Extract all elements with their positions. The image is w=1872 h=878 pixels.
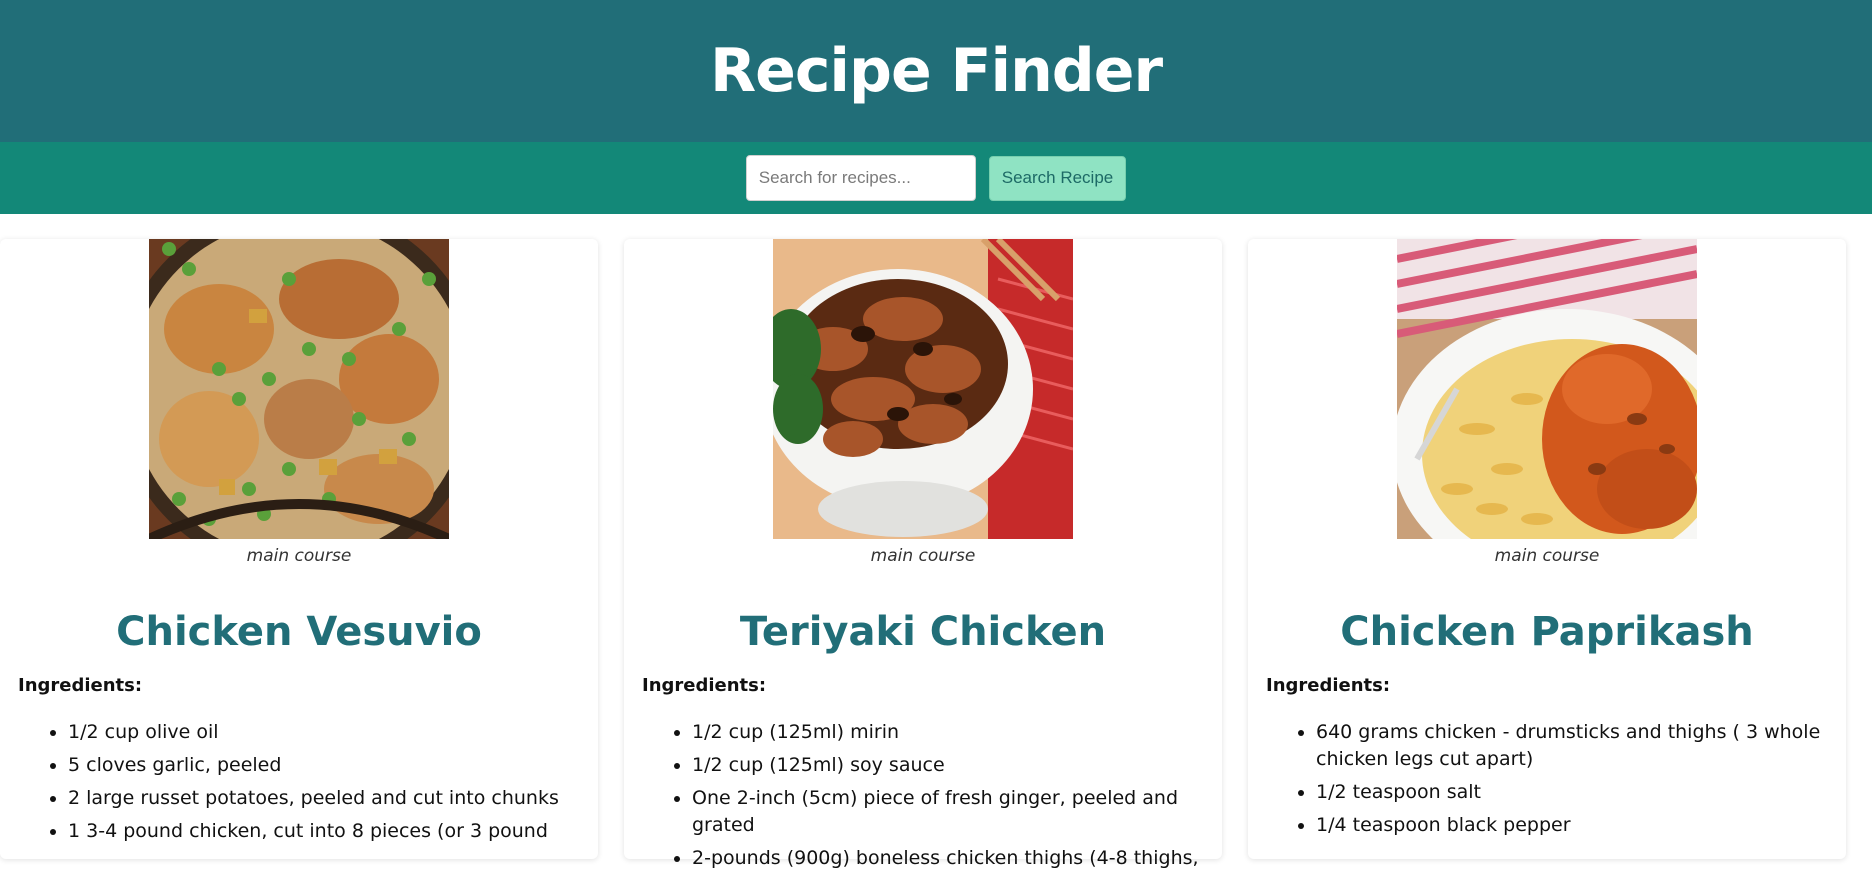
recipe-card: main course Chicken Paprikash Ingredient…: [1248, 239, 1846, 859]
recipe-title[interactable]: Chicken Paprikash: [1248, 609, 1846, 655]
ingredient-item: 1/4 teaspoon black pepper: [1316, 812, 1834, 839]
search-bar: Search Recipe: [0, 142, 1872, 214]
ingredient-item: 5 cloves garlic, peeled: [68, 752, 586, 779]
recipe-title[interactable]: Chicken Vesuvio: [0, 609, 598, 655]
ingredients-list: 1/2 cup olive oil 5 cloves garlic, peele…: [68, 719, 586, 851]
recipe-image[interactable]: [1397, 239, 1697, 539]
app-header: Recipe Finder: [0, 0, 1872, 142]
ingredient-item: 2-pounds (900g) boneless chicken thighs …: [692, 845, 1210, 872]
recipe-title[interactable]: Teriyaki Chicken: [624, 609, 1222, 655]
ingredient-item: 1/2 teaspoon salt: [1316, 779, 1834, 806]
ingredient-item: 1 3-4 pound chicken, cut into 8 pieces (…: [68, 818, 586, 845]
ingredient-item: 1/2 cup (125ml) mirin: [692, 719, 1210, 746]
ingredient-item: 1/2 cup (125ml) soy sauce: [692, 752, 1210, 779]
recipe-category: main course: [1494, 546, 1600, 566]
page-title: Recipe Finder: [709, 36, 1163, 106]
recipe-image[interactable]: [149, 239, 449, 539]
search-input[interactable]: [745, 155, 976, 201]
ingredients-label: Ingredients:: [18, 675, 143, 696]
recipe-category: main course: [870, 546, 976, 566]
recipe-grid: main course Chicken Vesuvio Ingredients:…: [0, 239, 1872, 869]
ingredient-item: 2 large russet potatoes, peeled and cut …: [68, 785, 586, 812]
recipe-image[interactable]: [773, 239, 1073, 539]
ingredient-item: 1/2 cup olive oil: [68, 719, 586, 746]
chicken-paprikash-photo: [1397, 239, 1697, 539]
search-button[interactable]: Search Recipe: [988, 155, 1127, 201]
recipe-card: main course Chicken Vesuvio Ingredients:…: [0, 239, 598, 859]
recipe-card: main course Teriyaki Chicken Ingredients…: [624, 239, 1222, 869]
teriyaki-chicken-photo: [773, 239, 1073, 539]
ingredients-label: Ingredients:: [1266, 675, 1391, 696]
recipe-category: main course: [246, 546, 352, 566]
ingredients-list: 640 grams chicken - drumsticks and thigh…: [1316, 719, 1834, 845]
ingredients-label: Ingredients:: [642, 675, 767, 696]
chicken-vesuvio-photo: [149, 239, 449, 539]
ingredients-list: 1/2 cup (125ml) mirin 1/2 cup (125ml) so…: [692, 719, 1210, 878]
ingredient-item: 640 grams chicken - drumsticks and thigh…: [1316, 719, 1834, 773]
